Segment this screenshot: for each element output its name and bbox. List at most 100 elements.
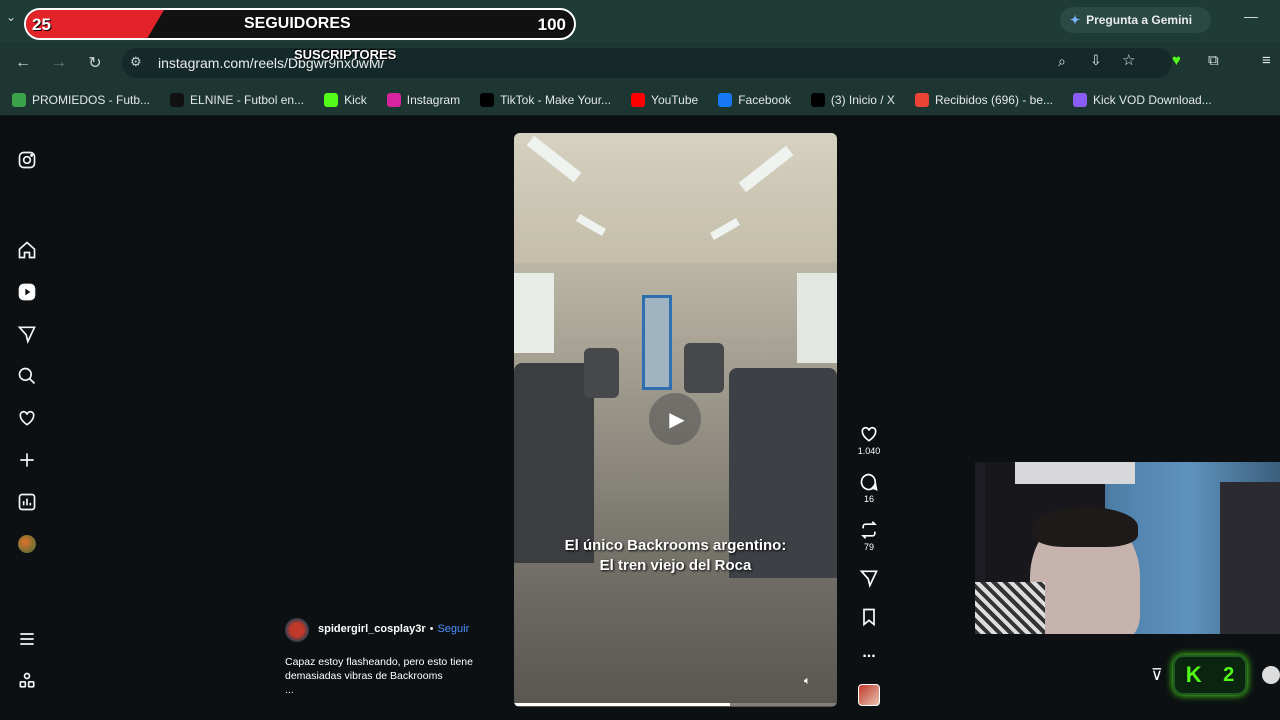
search-icon[interactable] bbox=[14, 363, 40, 389]
author-avatar[interactable] bbox=[285, 618, 309, 642]
audio-thumbnail[interactable] bbox=[858, 684, 880, 706]
kick-viewer-count: 2 bbox=[1223, 663, 1235, 686]
caption-line-1: El único Backrooms argentino: bbox=[564, 537, 787, 554]
kickvod-icon bbox=[1073, 93, 1087, 107]
streamer-hair bbox=[1033, 507, 1138, 547]
notifications-heart-icon[interactable] bbox=[14, 405, 40, 431]
gemini-label: Pregunta a Gemini bbox=[1086, 13, 1193, 27]
repost-icon bbox=[861, 521, 877, 539]
follow-button[interactable]: Seguir bbox=[437, 623, 469, 635]
comment-icon bbox=[860, 473, 878, 491]
bookmark-label: PROMIEDOS - Futb... bbox=[32, 93, 151, 107]
mute-icon[interactable]: 🔈︎ bbox=[804, 675, 811, 688]
train-seat bbox=[514, 363, 594, 563]
bookmark-label: Recibidos (696) - be... bbox=[934, 93, 1053, 107]
forward-button[interactable]: → bbox=[45, 49, 73, 77]
send-icon[interactable]: ⊽ bbox=[1151, 665, 1163, 685]
facebook-icon bbox=[718, 93, 733, 107]
bookmark-label: YouTube bbox=[651, 93, 699, 107]
kick-logo-icon: K bbox=[1185, 662, 1202, 687]
curtain bbox=[1220, 482, 1280, 634]
bookmark-item[interactable]: ELNINE - Futbol en... bbox=[170, 84, 304, 116]
repost-count: 79 bbox=[863, 542, 874, 552]
reels-icon[interactable] bbox=[14, 279, 40, 305]
arrow-right-icon: → bbox=[51, 54, 67, 71]
menu-icon[interactable]: ≡ bbox=[1262, 52, 1271, 69]
progress-fill bbox=[514, 703, 731, 706]
back-button[interactable]: ← bbox=[9, 49, 37, 77]
bookmark-item[interactable]: PROMIEDOS - Futb... bbox=[12, 84, 150, 116]
instagram-logo-icon[interactable] bbox=[14, 147, 40, 173]
repost-action[interactable]: 79 bbox=[854, 520, 884, 552]
bookmark-item[interactable]: TikTok - Make Your... bbox=[480, 84, 611, 116]
bookmark-item[interactable]: Recibidos (696) - be... bbox=[914, 84, 1053, 116]
home-icon[interactable] bbox=[14, 237, 40, 263]
bookmarks-list: PROMIEDOS - Futb... ELNINE - Futbol en...… bbox=[12, 84, 1212, 116]
gemini-icon: ✦ bbox=[1070, 13, 1081, 27]
bed-blanket bbox=[975, 582, 1045, 634]
reel-video[interactable]: ▶ El único Backrooms argentino: El tren … bbox=[514, 133, 837, 707]
tab-search-icon[interactable]: ⌄ bbox=[6, 10, 16, 24]
dashboard-icon[interactable] bbox=[14, 489, 40, 515]
user-icon[interactable] bbox=[1262, 666, 1280, 684]
messages-icon[interactable] bbox=[14, 321, 40, 347]
profile-avatar[interactable] bbox=[14, 531, 40, 557]
more-options-icon: ... bbox=[862, 644, 876, 661]
extension-icon[interactable]: ♥ bbox=[1172, 52, 1181, 69]
bookmark-item[interactable]: Kick bbox=[324, 84, 367, 116]
install-app-icon[interactable]: ⇩ bbox=[1090, 52, 1102, 69]
bookmark-label: (3) Inicio / X bbox=[830, 93, 895, 107]
elnine-icon bbox=[170, 93, 185, 107]
youtube-icon bbox=[631, 93, 646, 107]
comment-count: 16 bbox=[863, 494, 874, 504]
bookmark-star-icon[interactable]: ☆ bbox=[1122, 51, 1135, 69]
gmail-icon bbox=[914, 93, 929, 107]
play-icon: ▶ bbox=[669, 408, 685, 431]
bookmark-label: Kick bbox=[344, 93, 367, 107]
minimize-button[interactable]: — bbox=[1244, 8, 1258, 24]
save-action[interactable] bbox=[854, 607, 884, 627]
bookmark-item[interactable]: Facebook bbox=[718, 84, 791, 116]
promiedos-icon bbox=[12, 93, 26, 107]
kick-icon bbox=[324, 93, 339, 107]
description-more[interactable]: ... bbox=[285, 683, 473, 697]
zoom-icon[interactable]: ⌕ bbox=[1058, 53, 1066, 70]
more-options-button[interactable]: ... bbox=[854, 644, 884, 662]
bookmark-item[interactable]: Kick VOD Download... bbox=[1073, 84, 1212, 116]
subscribers-label: SUSCRIPTORES bbox=[294, 47, 397, 62]
like-action[interactable]: 1.040 bbox=[854, 424, 884, 456]
reload-button[interactable]: ↻ bbox=[81, 49, 109, 77]
bookmark-item[interactable]: YouTube bbox=[631, 84, 698, 116]
train-window bbox=[514, 273, 554, 353]
webcam-overlay bbox=[975, 462, 1280, 634]
reel-description: Capaz estoy flasheando, pero esto tiene … bbox=[285, 655, 473, 697]
kick-viewer-widget: K 2 bbox=[1173, 655, 1247, 695]
bookmark-label: Facebook bbox=[738, 93, 791, 107]
more-menu-icon[interactable] bbox=[14, 626, 40, 652]
bookmark-label: TikTok - Make Your... bbox=[500, 93, 612, 107]
x-icon bbox=[810, 93, 825, 107]
extensions-puzzle-icon[interactable]: ⧉ bbox=[1208, 52, 1219, 69]
site-settings-icon[interactable]: ⚙ bbox=[130, 54, 142, 70]
progress-track[interactable] bbox=[514, 703, 837, 706]
share-action[interactable] bbox=[854, 568, 884, 588]
reload-icon: ↻ bbox=[88, 55, 102, 72]
instagram-icon bbox=[386, 93, 401, 107]
tiktok-icon bbox=[480, 93, 495, 107]
share-icon bbox=[859, 570, 878, 588]
address-bar[interactable]: ⚙ instagram.com/reels/Dbgwr9nx0wM/ ⌕ ⇩ ☆ bbox=[122, 48, 1172, 78]
like-count: 1.040 bbox=[857, 446, 881, 456]
meta-apps-icon[interactable] bbox=[14, 668, 40, 694]
bookmark-item[interactable]: (3) Inicio / X bbox=[810, 84, 895, 116]
author-username[interactable]: spidergirl_cosplay3r bbox=[318, 623, 426, 635]
bookmark-item[interactable]: Instagram bbox=[386, 84, 460, 116]
play-button[interactable]: ▶ bbox=[649, 393, 701, 445]
train-seat bbox=[584, 348, 619, 398]
bookmark-label: ELNINE - Futbol en... bbox=[190, 93, 305, 107]
bookmark-icon bbox=[863, 608, 875, 627]
counter-left-value: 25 bbox=[32, 15, 51, 34]
comment-action[interactable]: 16 bbox=[854, 472, 884, 504]
gemini-button[interactable]: ✦ Pregunta a Gemini bbox=[1060, 7, 1211, 33]
create-plus-icon[interactable] bbox=[14, 447, 40, 473]
train-seat bbox=[684, 343, 724, 393]
